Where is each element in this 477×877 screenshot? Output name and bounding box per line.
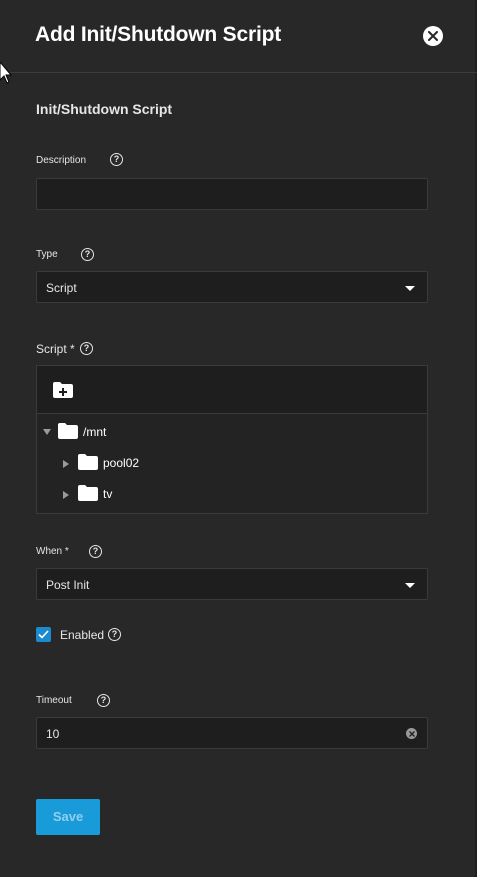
type-select[interactable]: Script [36, 271, 428, 303]
close-button[interactable] [423, 26, 443, 46]
section-title: Init/Shutdown Script [36, 101, 173, 117]
chevron-down-icon [405, 583, 415, 588]
tree-node-pool02[interactable]: pool02 [63, 453, 423, 477]
close-icon [408, 730, 415, 737]
type-help-icon[interactable]: ? [81, 248, 94, 261]
create-folder-icon[interactable] [52, 381, 74, 399]
script-help-icon[interactable]: ? [80, 342, 93, 355]
checkmark-icon [38, 630, 49, 639]
type-label: Type [36, 249, 58, 260]
enabled-label: Enabled [60, 628, 105, 642]
chevron-down-icon [405, 286, 415, 291]
timeout-label: Timeout [36, 695, 72, 706]
save-button[interactable]: Save [36, 799, 100, 835]
description-label: Description [36, 155, 87, 166]
explorer-toolbar [37, 366, 427, 414]
type-value: Script [46, 281, 77, 295]
mouse-cursor-icon [0, 62, 12, 84]
close-icon [428, 31, 438, 41]
panel-title: Add Init/Shutdown Script [35, 23, 282, 46]
folder-icon [78, 454, 98, 470]
form-panel: Add Init/Shutdown Script Init/Shutdown S… [0, 0, 477, 877]
when-help-icon[interactable]: ? [89, 545, 102, 558]
timeout-input[interactable]: 10 [36, 717, 428, 749]
folder-icon [78, 485, 98, 501]
folder-icon [58, 423, 78, 439]
expand-right-icon[interactable] [63, 491, 69, 499]
tree-node-mnt[interactable]: /mnt [43, 422, 423, 446]
description-input[interactable] [36, 178, 428, 210]
expand-down-icon[interactable] [43, 429, 51, 435]
file-explorer: /mnt pool02 tv [36, 365, 428, 514]
panel-header: Add Init/Shutdown Script [0, 0, 477, 73]
tree-node-tv[interactable]: tv [63, 484, 423, 508]
clear-input-icon[interactable] [406, 728, 417, 739]
when-value: Post Init [46, 578, 90, 592]
script-label: Script * [36, 342, 75, 356]
tree-node-label: /mnt [83, 425, 107, 439]
enabled-help-icon[interactable]: ? [108, 628, 121, 641]
tree-node-label: pool02 [103, 456, 140, 470]
when-select[interactable]: Post Init [36, 568, 428, 600]
when-label: When * [36, 546, 69, 557]
timeout-help-icon[interactable]: ? [97, 694, 110, 707]
enabled-checkbox[interactable] [36, 627, 51, 642]
tree-node-label: tv [103, 487, 113, 501]
timeout-value: 10 [46, 727, 60, 741]
expand-right-icon[interactable] [63, 460, 69, 468]
description-help-icon[interactable]: ? [110, 153, 123, 166]
